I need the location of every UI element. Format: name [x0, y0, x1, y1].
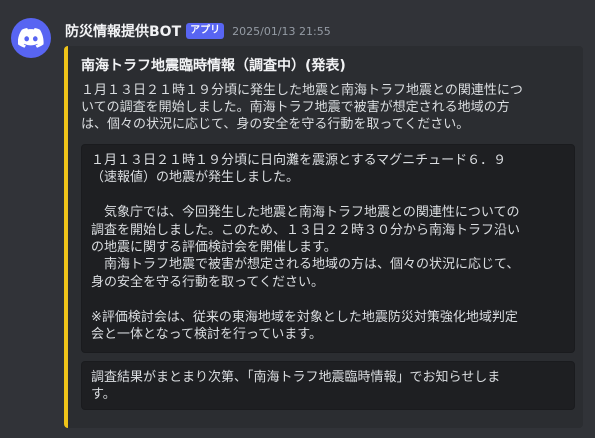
code-block-details: １月１３日２１時１９分頃に日向灘を震源とするマグニチュード６．９ （速報値）の地… — [81, 144, 575, 353]
avatar[interactable] — [11, 18, 51, 58]
message: 防災情報提供BOT アプリ 2025/01/13 21:55 南海トラフ地震臨時… — [0, 0, 595, 438]
timestamp[interactable]: 2025/01/13 21:55 — [232, 25, 331, 38]
app-badge: アプリ — [186, 23, 225, 39]
message-header: 防災情報提供BOT アプリ 2025/01/13 21:55 — [65, 20, 331, 42]
discord-logo-icon — [18, 28, 44, 48]
author-name[interactable]: 防災情報提供BOT — [65, 21, 181, 41]
embed-description: １月１３日２１時１９分頃に発生した地震と南海トラフ地震との関連性につ いての調査… — [81, 83, 523, 132]
code-block-followup: 調査結果がまとまり次第、「南海トラフ地震臨時情報」でお知らせしま す。 — [81, 361, 575, 410]
embed-title: 南海トラフ地震臨時情報（調査中）(発表) — [81, 58, 346, 74]
embed: 南海トラフ地震臨時情報（調査中）(発表) １月１３日２１時１９分頃に発生した地震… — [64, 46, 583, 428]
